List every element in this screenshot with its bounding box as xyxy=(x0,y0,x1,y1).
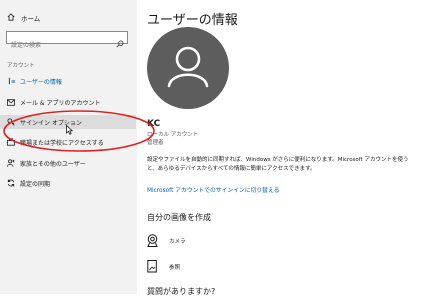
page-title: ユーザーの情報 xyxy=(147,13,238,28)
avatar[interactable] xyxy=(147,27,229,109)
search-icon[interactable] xyxy=(116,33,124,52)
browse-icon xyxy=(147,259,158,275)
add-person-icon xyxy=(5,159,17,167)
sync-icon xyxy=(5,179,17,187)
section-label-account: アカウント xyxy=(7,63,35,69)
home-nav-item[interactable]: ホーム xyxy=(7,12,40,24)
sidebar-item-sync-settings[interactable]: 設定の同期 xyxy=(0,176,137,190)
sidebar-item-label: ユーザーの情報 xyxy=(20,78,62,86)
camera-option-label: カメラ xyxy=(169,239,186,245)
sidebar-item-email-accounts[interactable]: メール & アプリのアカウント xyxy=(0,95,137,109)
switch-to-microsoft-account-link[interactable]: Microsoft アカウントでのサインインに切り替える xyxy=(147,185,279,194)
search-input[interactable] xyxy=(7,40,111,51)
red-annotation-ellipse xyxy=(3,110,155,152)
mail-icon xyxy=(5,98,17,106)
home-icon xyxy=(7,13,15,23)
sync-description: 設定やファイルを自動的に同期すれば、Windows がさらに便利になります。Mi… xyxy=(147,157,409,172)
sidebar-item-label: 家族とその他のユーザー xyxy=(20,160,86,168)
browse-option[interactable]: 参照 xyxy=(147,258,180,276)
questions-heading: 質問がありますか? xyxy=(147,287,216,296)
camera-option[interactable]: カメラ xyxy=(147,232,186,250)
sidebar-item-family-other-users[interactable]: 家族とその他のユーザー xyxy=(0,156,137,170)
browse-option-label: 参照 xyxy=(169,265,181,271)
sidebar-item-label: メール & アプリのアカウント xyxy=(20,99,101,107)
search-box[interactable] xyxy=(6,31,128,51)
sidebar-item-label: 設定の同期 xyxy=(20,180,51,188)
main-content: ユーザーの情報 KC ローカル アカウント 管理者 設定やファイルを自動的に同期… xyxy=(137,0,433,296)
sidebar-item-your-info[interactable]: ≡ ユーザーの情報 xyxy=(0,74,137,88)
home-label: ホーム xyxy=(21,15,41,23)
person-icon: ≡ xyxy=(5,77,17,85)
create-picture-heading: 自分の画像を作成 xyxy=(147,213,211,222)
user-silhouette-icon xyxy=(167,46,209,88)
svg-text:≡: ≡ xyxy=(11,79,15,85)
camera-icon xyxy=(147,233,158,249)
